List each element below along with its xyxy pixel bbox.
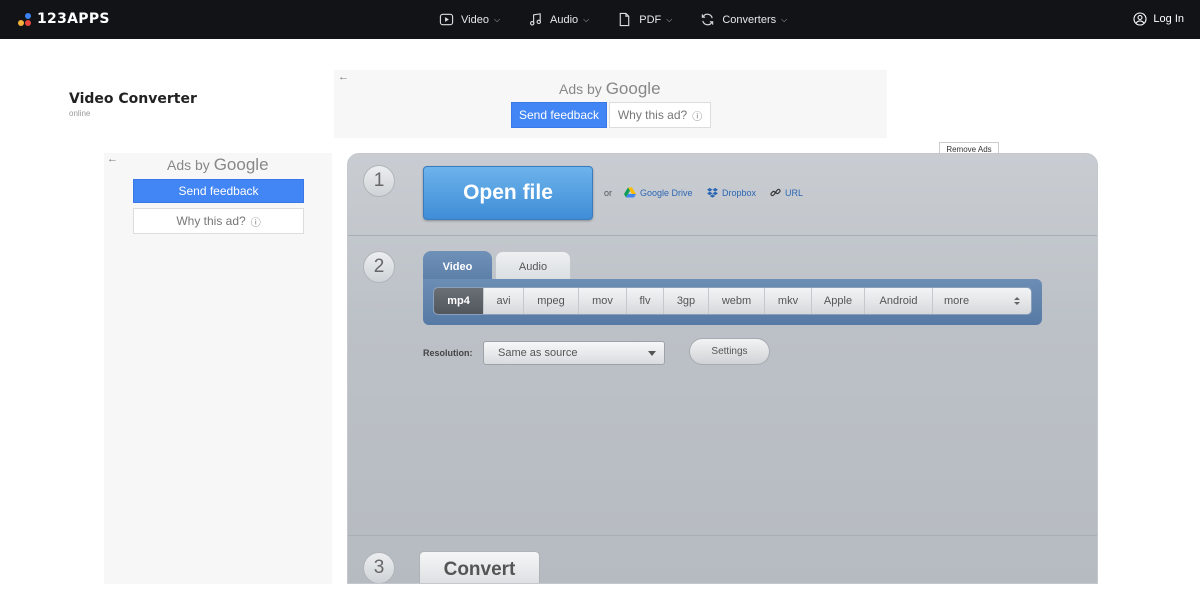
- format-3gp[interactable]: 3gp: [664, 288, 709, 314]
- format-more-dropdown[interactable]: more: [933, 288, 1031, 314]
- nav-converters-label: Converters: [722, 13, 777, 26]
- step-number-2: 2: [363, 251, 395, 283]
- chevron-down-icon: ⌵: [583, 14, 590, 24]
- ads-by-label: Ads by: [167, 157, 210, 173]
- page-subtitle: online: [69, 109, 91, 118]
- settings-button[interactable]: Settings: [689, 338, 770, 365]
- step-divider: [348, 235, 1097, 236]
- format-mpeg[interactable]: mpeg: [524, 288, 579, 314]
- converter-panel: 1 Open file or Google Drive Dropbox URL …: [347, 153, 1098, 584]
- logo-text: 123APPS: [37, 11, 110, 27]
- tab-video[interactable]: Video: [423, 251, 492, 282]
- tab-audio[interactable]: Audio: [495, 251, 571, 282]
- up-down-arrows-icon: [1014, 297, 1020, 305]
- nav-pdf-label: PDF: [639, 13, 662, 26]
- format-android[interactable]: Android: [865, 288, 933, 314]
- send-feedback-label: Send feedback: [178, 184, 259, 198]
- chevron-down-icon: [648, 350, 656, 356]
- format-list: mp4 avi mpeg mov flv 3gp webm mkv Apple …: [433, 287, 1032, 315]
- chevron-down-icon: ⌵: [666, 14, 673, 24]
- nav-video[interactable]: Video ⌵: [439, 12, 500, 27]
- nav-converters[interactable]: Converters ⌵: [700, 12, 787, 27]
- google-drive-link[interactable]: Google Drive: [624, 187, 693, 198]
- format-mp4[interactable]: mp4: [434, 288, 484, 314]
- why-this-ad-button[interactable]: Why this ad? ⓘ: [609, 102, 711, 128]
- side-ad-banner: ← Ads by Google Send feedback Why this a…: [104, 153, 332, 584]
- step-divider: [348, 535, 1097, 536]
- chevron-down-icon: ⌵: [781, 14, 788, 24]
- format-more-label: more: [944, 295, 970, 307]
- document-icon: [619, 12, 630, 27]
- url-link[interactable]: URL: [770, 187, 803, 198]
- google-label: Google: [213, 155, 269, 174]
- format-bar: mp4 avi mpeg mov flv 3gp webm mkv Apple …: [423, 279, 1042, 325]
- music-note-icon: [529, 13, 542, 26]
- or-label: or: [604, 188, 613, 198]
- main-nav: Video ⌵ Audio ⌵ PDF ⌵ Converters ⌵: [439, 0, 815, 39]
- logo[interactable]: 123APPS: [17, 11, 110, 27]
- link-icon: [770, 188, 781, 197]
- format-avi[interactable]: avi: [484, 288, 524, 314]
- nav-audio[interactable]: Audio ⌵: [528, 12, 589, 27]
- top-navigation-bar: 123APPS Video ⌵ Audio ⌵ PDF ⌵ Converters…: [0, 0, 1200, 39]
- open-file-label: Open file: [463, 181, 553, 204]
- resolution-select[interactable]: Same as source: [483, 341, 665, 365]
- google-label: Google: [605, 79, 661, 98]
- info-icon: ⓘ: [692, 111, 703, 123]
- step-number-3: 3: [363, 552, 395, 583]
- tab-video-label: Video: [442, 260, 473, 273]
- open-file-button[interactable]: Open file: [423, 166, 593, 220]
- login-button[interactable]: Log In: [1133, 12, 1184, 26]
- why-this-ad-label: Why this ad?: [176, 214, 246, 228]
- settings-label: Settings: [711, 346, 748, 357]
- user-icon: [1133, 12, 1147, 26]
- back-arrow-icon[interactable]: ←: [338, 71, 349, 83]
- top-ad-banner: ← Ads by Google Send feedback Why this a…: [334, 70, 887, 138]
- resolution-label: Resolution:: [423, 348, 473, 358]
- dropbox-icon: [707, 187, 718, 198]
- send-feedback-button[interactable]: Send feedback: [133, 179, 304, 203]
- ads-by-label: Ads by: [559, 81, 602, 97]
- page-title: Video Converter: [69, 91, 197, 107]
- nav-video-label: Video: [461, 13, 489, 26]
- send-feedback-button[interactable]: Send feedback: [511, 102, 607, 128]
- step-number-1: 1: [363, 165, 395, 197]
- dropbox-label: Dropbox: [722, 187, 757, 198]
- info-icon: ⓘ: [250, 217, 261, 229]
- why-this-ad-button[interactable]: Why this ad? ⓘ: [133, 208, 304, 234]
- refresh-icon: [702, 13, 714, 26]
- login-label: Log In: [1153, 13, 1184, 25]
- tab-audio-label: Audio: [518, 261, 548, 273]
- logo-dots-icon: [17, 11, 33, 27]
- google-drive-label: Google Drive: [640, 187, 693, 198]
- convert-label: Convert: [443, 559, 516, 580]
- format-apple[interactable]: Apple: [812, 288, 865, 314]
- nav-audio-label: Audio: [550, 13, 579, 26]
- nav-pdf[interactable]: PDF ⌵: [617, 12, 672, 27]
- send-feedback-label: Send feedback: [518, 108, 600, 122]
- chevron-down-icon: ⌵: [493, 14, 501, 24]
- ads-by-google: Ads by Google: [559, 79, 661, 99]
- dropbox-link[interactable]: Dropbox: [707, 187, 756, 198]
- convert-button[interactable]: Convert: [419, 551, 540, 583]
- format-mkv[interactable]: mkv: [765, 288, 812, 314]
- format-flv[interactable]: flv: [627, 288, 664, 314]
- why-this-ad-label: Why this ad?: [617, 108, 688, 122]
- play-icon: [439, 13, 454, 26]
- url-label: URL: [785, 187, 804, 198]
- resolution-value: Same as source: [498, 347, 578, 359]
- back-arrow-icon[interactable]: ←: [107, 153, 118, 165]
- format-webm[interactable]: webm: [709, 288, 765, 314]
- ads-by-google: Ads by Google: [167, 155, 269, 175]
- format-mov[interactable]: mov: [579, 288, 627, 314]
- google-drive-icon: [624, 187, 636, 198]
